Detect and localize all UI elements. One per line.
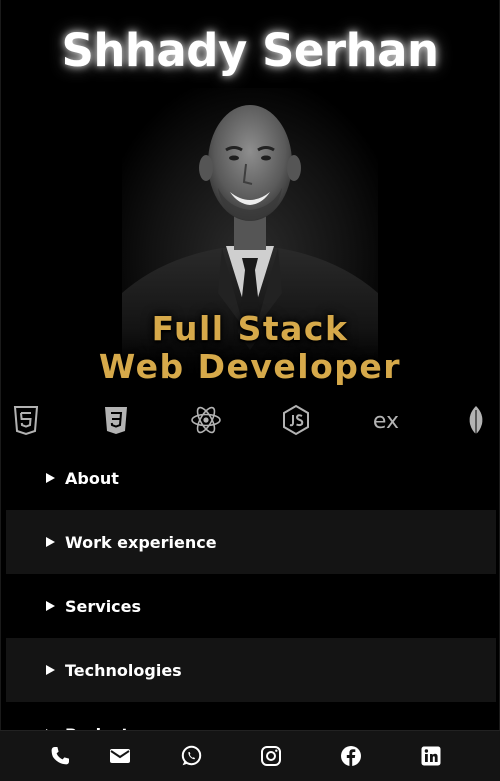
whatsapp-icon[interactable] (179, 744, 203, 768)
html5-icon (10, 404, 42, 436)
section-technologies[interactable]: Technologies (6, 638, 496, 702)
nodejs-icon (280, 404, 312, 436)
expand-triangle-icon (46, 473, 55, 483)
section-label: Technologies (65, 660, 182, 680)
role-title: Full Stack Web Developer (0, 310, 500, 386)
facebook-icon[interactable] (339, 744, 363, 768)
contact-bar (0, 730, 500, 781)
role-line-1: Full Stack (151, 309, 349, 348)
page-title: Shhady Serhan (61, 24, 439, 77)
mongodb-icon (460, 404, 492, 436)
section-work-experience[interactable]: Work experience (6, 510, 496, 574)
express-icon-label: ex (373, 409, 399, 434)
section-label: Work experience (65, 532, 217, 552)
express-icon: ex (370, 404, 402, 436)
technology-icons: ex (0, 398, 500, 442)
linkedin-icon[interactable] (419, 744, 443, 768)
phone-icon[interactable] (48, 744, 72, 768)
expand-triangle-icon (46, 601, 55, 611)
css3-icon (100, 404, 132, 436)
role-line-2: Web Developer (98, 347, 402, 386)
section-label: About (65, 468, 119, 488)
section-label: Services (65, 596, 142, 616)
section-services[interactable]: Services (6, 574, 496, 638)
expand-triangle-icon (46, 665, 55, 675)
instagram-icon[interactable] (259, 744, 283, 768)
section-about[interactable]: About (6, 446, 496, 510)
react-icon (190, 404, 222, 436)
email-icon[interactable] (108, 744, 132, 768)
expand-triangle-icon (46, 537, 55, 547)
